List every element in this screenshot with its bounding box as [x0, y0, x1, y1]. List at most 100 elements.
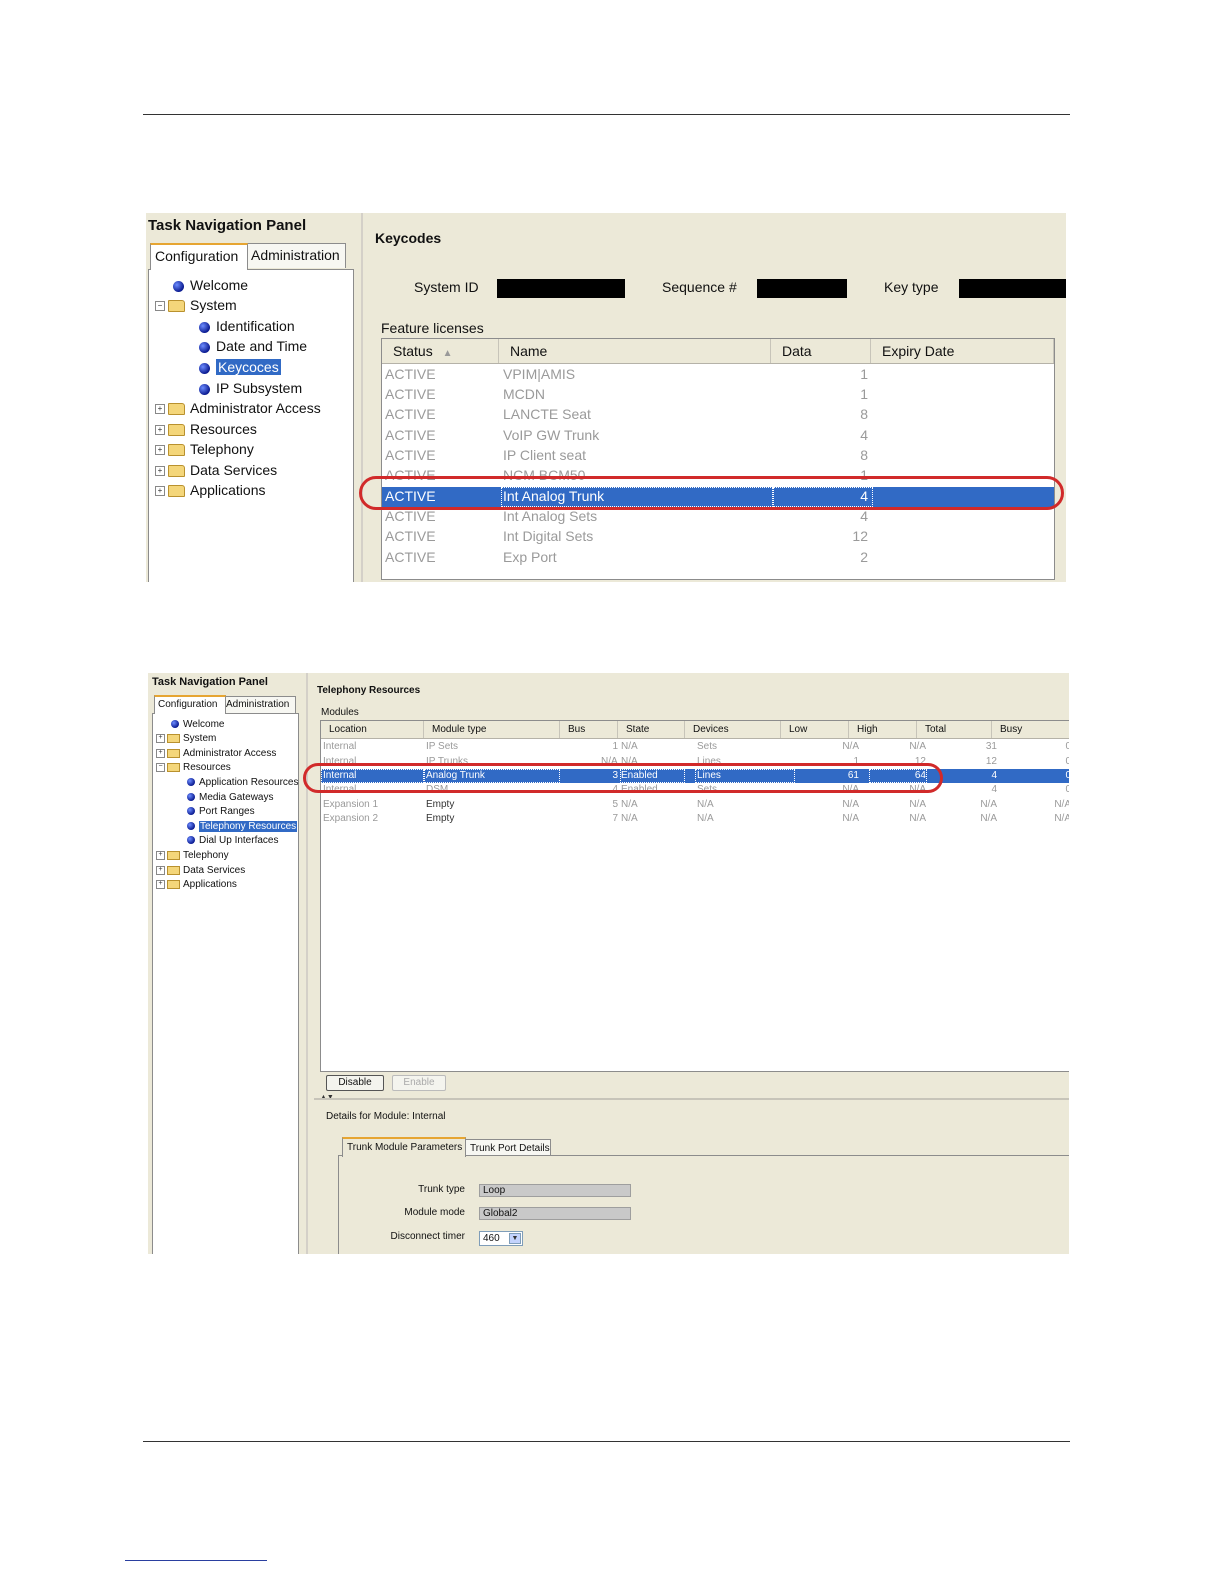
sequence-redacted: [757, 279, 847, 298]
table-row[interactable]: ACTIVE LANCTE Seat 8: [382, 405, 1054, 425]
disconnect-timer-select[interactable]: 460 ▼: [479, 1231, 523, 1246]
folder-icon: [168, 444, 185, 457]
footer-link-underline: [125, 1560, 267, 1561]
tree-item-keycodes[interactable]: Keycoces: [199, 358, 281, 376]
node-bullet-icon: [199, 383, 210, 395]
node-bullet-icon: [187, 793, 195, 802]
tree-item-identification[interactable]: Identification: [199, 317, 295, 335]
tree-item-resources[interactable]: + Resources: [155, 420, 257, 438]
column-header-location[interactable]: Location: [321, 721, 424, 738]
module-mode-field: Global2: [479, 1207, 631, 1220]
tree-item-system[interactable]: − System: [155, 296, 237, 314]
table-row[interactable]: ACTIVE VPIM|AMIS 1: [382, 365, 1054, 385]
tree-item-media-gateways[interactable]: Media Gateways: [187, 791, 273, 804]
table-row[interactable]: ACTIVE IP Client seat 8: [382, 446, 1054, 466]
column-header-busy[interactable]: Busy: [992, 721, 1069, 738]
tab-administration[interactable]: Administration: [246, 243, 346, 268]
column-header-low[interactable]: Low: [781, 721, 849, 738]
tree-item-data-services[interactable]: + Data Services: [155, 461, 277, 479]
column-header-total[interactable]: Total: [917, 721, 992, 738]
folder-icon: [167, 865, 180, 875]
table-row[interactable]: ACTIVE Int Digital Sets 12: [382, 527, 1054, 547]
folder-icon: [167, 762, 180, 772]
telephony-resources-screenshot: Task Navigation Panel Configuration Admi…: [148, 673, 1069, 1254]
folder-icon: [168, 465, 185, 478]
collapse-icon[interactable]: −: [155, 301, 165, 312]
task-navigation-panel: Task Navigation Panel Configuration Admi…: [148, 673, 303, 1254]
table-row[interactable]: ACTIVE MCDN 1: [382, 385, 1054, 405]
column-header-state[interactable]: State: [618, 721, 685, 738]
node-bullet-icon: [187, 822, 195, 831]
tree-item-dial-up-interfaces[interactable]: Dial Up Interfaces: [187, 834, 278, 847]
tab-administration[interactable]: Administration: [222, 696, 296, 714]
tab-configuration[interactable]: Configuration: [150, 243, 248, 270]
tree-item-telephony[interactable]: + Telephony: [155, 440, 254, 458]
column-header-module-type[interactable]: Module type: [424, 721, 560, 738]
column-header-data[interactable]: Data: [771, 339, 871, 363]
column-header-high[interactable]: High: [849, 721, 917, 738]
expand-icon[interactable]: +: [156, 748, 165, 758]
table-row[interactable]: ACTIVE Exp Port 2: [382, 548, 1054, 568]
tree-item-applications[interactable]: + Applications: [156, 878, 237, 891]
expand-icon[interactable]: +: [155, 445, 165, 456]
tree-item-resources[interactable]: − Resources: [156, 761, 231, 774]
collapse-icon[interactable]: −: [156, 762, 165, 772]
expand-icon[interactable]: +: [156, 879, 165, 889]
chevron-down-icon[interactable]: ▼: [509, 1233, 521, 1244]
system-id-redacted: [497, 279, 625, 298]
column-header-expiry[interactable]: Expiry Date: [871, 339, 1054, 363]
tree-item-port-ranges[interactable]: Port Ranges: [187, 805, 255, 818]
tree-item-welcome[interactable]: Welcome: [171, 718, 225, 731]
expand-icon[interactable]: +: [155, 404, 165, 415]
navigation-tree: Welcome − System Identification Date and …: [148, 269, 354, 582]
tree-item-administrator-access[interactable]: + Administrator Access: [155, 399, 321, 417]
tree-item-data-services[interactable]: + Data Services: [156, 864, 245, 877]
folder-icon: [167, 879, 180, 889]
task-navigation-panel: Task Navigation Panel Configuration Admi…: [146, 213, 359, 582]
node-bullet-icon: [199, 341, 210, 353]
table-header: Status ▲ Name Data Expiry Date: [382, 339, 1054, 364]
details-title: Details for Module: Internal: [326, 1111, 446, 1122]
tree-item-telephony-resources[interactable]: Telephony Resources: [187, 820, 298, 833]
tree-item-administrator-access[interactable]: + Administrator Access: [156, 747, 276, 760]
tree-item-system[interactable]: + System: [156, 732, 216, 745]
expand-icon[interactable]: +: [156, 733, 165, 743]
folder-icon: [168, 403, 185, 416]
column-header-status[interactable]: Status ▲: [382, 339, 499, 363]
page-title: Telephony Resources: [317, 685, 421, 696]
folder-icon: [167, 850, 180, 860]
expand-icon[interactable]: +: [155, 486, 165, 497]
telephony-resources-panel: Telephony Resources Modules Location Mod…: [306, 673, 1069, 1254]
feature-licenses-label: Feature licenses: [381, 320, 484, 336]
table-row[interactable]: Expansion 2 Empty 7 N/A N/A N/A N/A N/A N/A: [321, 812, 1069, 826]
expand-icon[interactable]: +: [155, 466, 165, 477]
table-row[interactable]: ACTIVE Int Analog Sets 4: [382, 507, 1054, 527]
tab-configuration[interactable]: Configuration: [154, 695, 226, 714]
keycodes-screenshot: Task Navigation Panel Configuration Admi…: [146, 213, 1066, 582]
tree-item-welcome[interactable]: Welcome: [173, 276, 248, 294]
column-header-bus[interactable]: Bus: [560, 721, 618, 738]
navigation-tree: Welcome + System + Administrator Access − R…: [152, 713, 299, 1254]
nav-title: Task Navigation Panel: [152, 676, 268, 688]
table-row[interactable]: Internal IP Sets 1 N/A Sets N/A N/A 31 0: [321, 740, 1069, 754]
tree-item-applications[interactable]: + Applications: [155, 481, 266, 499]
tree-item-date-time[interactable]: Date and Time: [199, 337, 307, 355]
tree-item-telephony[interactable]: + Telephony: [156, 849, 229, 862]
disable-button[interactable]: Disable: [326, 1075, 384, 1091]
column-header-devices[interactable]: Devices: [685, 721, 781, 738]
table-row[interactable]: ACTIVE VoIP GW Trunk 4: [382, 426, 1054, 446]
panel-splitter[interactable]: [314, 1098, 1069, 1100]
feature-licenses-table: Status ▲ Name Data Expiry Date ACTIVE VPI…: [381, 338, 1055, 580]
nav-title: Task Navigation Panel: [148, 217, 307, 234]
expand-icon[interactable]: +: [155, 425, 165, 436]
expand-icon[interactable]: +: [156, 850, 165, 860]
tree-item-application-resources[interactable]: Application Resources: [187, 776, 299, 789]
table-row[interactable]: Expansion 1 Empty 5 N/A N/A N/A N/A N/A N/A: [321, 798, 1069, 812]
expand-icon[interactable]: +: [156, 865, 165, 875]
enable-button[interactable]: Enable: [392, 1075, 446, 1091]
tree-item-ip-subsystem[interactable]: IP Subsystem: [199, 379, 302, 397]
highlight-ring-annotation: [303, 763, 943, 793]
folder-icon: [167, 733, 180, 743]
tab-trunk-module-parameters[interactable]: Trunk Module Parameters: [342, 1137, 466, 1157]
column-header-name[interactable]: Name: [499, 339, 771, 363]
